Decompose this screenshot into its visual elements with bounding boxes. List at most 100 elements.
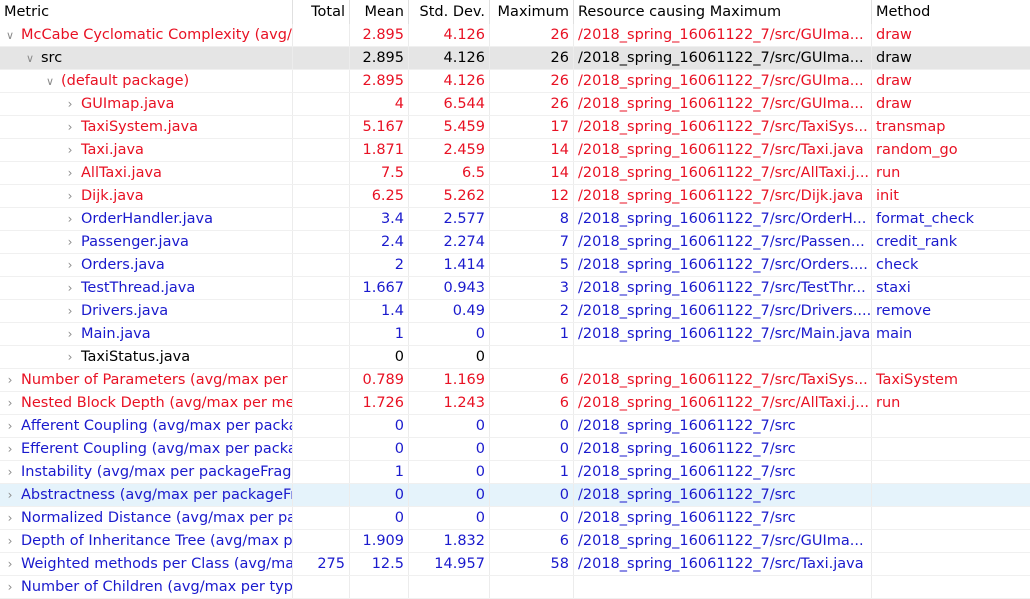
chevron-right-icon[interactable]: › <box>3 507 17 529</box>
table-row[interactable]: › Drivers.java 1.4 0.49 2/2018_spring_160611… <box>0 300 1030 323</box>
table-row[interactable]: ›Depth of Inheritance Tree (avg/max per … <box>0 530 1030 553</box>
chevron-right-icon[interactable]: › <box>63 208 77 230</box>
metric-cell: › TaxiSystem.java <box>0 116 293 138</box>
table-row[interactable]: ›Nested Block Depth (avg/max per method)… <box>0 392 1030 415</box>
table-row[interactable]: ›Weighted methods per Class (avg/max per… <box>0 553 1030 576</box>
method-cell: init <box>876 188 899 204</box>
chevron-right-icon[interactable]: › <box>63 231 77 253</box>
metric-label: Depth of Inheritance Tree (avg/max per t… <box>21 532 293 549</box>
total-cell <box>293 323 350 345</box>
maximum-cell: 6 <box>490 369 574 391</box>
table-row[interactable]: ›Efferent Coupling (avg/max per packageF… <box>0 438 1030 461</box>
table-row[interactable]: ›Instability (avg/max per packageFragmen… <box>0 461 1030 484</box>
table-row[interactable]: › Dijk.java 6.25 5.262 12/2018_spring_160611… <box>0 185 1030 208</box>
chevron-right-icon[interactable]: › <box>63 93 77 115</box>
table-row[interactable]: ›Normalized Distance (avg/max per packag… <box>0 507 1030 530</box>
chevron-down-icon[interactable]: ∨ <box>3 24 17 46</box>
table-header: Metric Total Mean Std. Dev. Maximum Reso… <box>0 0 1030 24</box>
column-header-maximum[interactable]: Maximum <box>490 0 574 24</box>
table-row[interactable]: ›Abstractness (avg/max per packageFragme… <box>0 484 1030 507</box>
resource-cell <box>574 346 872 368</box>
mean-cell: 1.871 <box>350 139 409 161</box>
metric-label: AllTaxi.java <box>81 164 162 181</box>
chevron-down-icon[interactable]: ∨ <box>43 70 57 92</box>
table-row[interactable]: › Orders.java 2 1.414 5/2018_spring_16061122… <box>0 254 1030 277</box>
mean-cell: 12.5 <box>350 553 409 575</box>
chevron-right-icon[interactable]: › <box>63 254 77 276</box>
table-row[interactable]: › Main.java 1 0 1/2018_spring_16061122_7/src… <box>0 323 1030 346</box>
chevron-right-icon[interactable]: › <box>63 323 77 345</box>
table-row[interactable]: › Number of Children (avg/max per type) <box>0 576 1030 599</box>
metric-cell: › Dijk.java <box>0 185 293 207</box>
table-row[interactable]: › TaxiStatus.java 0 0 <box>0 346 1030 369</box>
chevron-right-icon[interactable]: › <box>63 139 77 161</box>
chevron-right-icon[interactable]: › <box>3 415 17 437</box>
metric-label: Number of Parameters (avg/max per method… <box>21 371 292 388</box>
chevron-right-icon[interactable]: › <box>63 162 77 184</box>
metric-cell: ∨ (default package) <box>0 70 293 92</box>
resource-cell: /2018_spring_16061122_7/src/Main.java <box>574 323 872 345</box>
table-row[interactable]: ∨ src 2.895 4.126 26/2018_spring_16061122_7/… <box>0 47 1030 70</box>
chevron-right-icon[interactable]: › <box>3 576 17 598</box>
chevron-right-icon[interactable]: › <box>3 461 17 483</box>
column-header-mean[interactable]: Mean <box>350 0 409 24</box>
column-header-resource[interactable]: Resource causing Maximum <box>574 0 872 24</box>
metric-label: Afferent Coupling (avg/max per packageFr… <box>21 417 292 434</box>
table-row[interactable]: ›Afferent Coupling (avg/max per packageF… <box>0 415 1030 438</box>
table-row[interactable]: ∨McCabe Cyclomatic Complexity (avg/max p… <box>0 24 1030 47</box>
table-row[interactable]: › AllTaxi.java 7.5 6.5 14/2018_spring_160611… <box>0 162 1030 185</box>
total-cell <box>293 208 350 230</box>
std-dev-cell: 4.126 <box>409 24 490 46</box>
table-row[interactable]: › OrderHandler.java 3.4 2.577 8/2018_spring_… <box>0 208 1030 231</box>
mean-cell: 6.25 <box>350 185 409 207</box>
std-dev-cell: 6.544 <box>409 93 490 115</box>
chevron-down-icon[interactable]: ∨ <box>23 47 37 69</box>
maximum-cell: 14 <box>490 139 574 161</box>
mean-cell: 7.5 <box>350 162 409 184</box>
metric-label: Instability (avg/max per packageFragment… <box>21 463 292 480</box>
chevron-right-icon[interactable]: › <box>63 277 77 299</box>
resource-cell: /2018_spring_16061122_7/src/GUIma... <box>574 47 872 69</box>
chevron-right-icon[interactable]: › <box>3 484 17 506</box>
resource-cell: /2018_spring_16061122_7/src/Taxi.java <box>574 553 872 575</box>
chevron-right-icon[interactable]: › <box>63 346 77 368</box>
total-cell <box>293 24 350 46</box>
table-row[interactable]: › GUImap.java 4 6.544 26/2018_spring_1606112… <box>0 93 1030 116</box>
total-cell <box>293 461 350 483</box>
column-header-std-dev[interactable]: Std. Dev. <box>409 0 490 24</box>
chevron-right-icon[interactable]: › <box>63 116 77 138</box>
metric-cell: › Taxi.java <box>0 139 293 161</box>
column-header-method[interactable]: Method <box>872 0 1030 24</box>
chevron-right-icon[interactable]: › <box>3 392 17 414</box>
metric-cell: › Orders.java <box>0 254 293 276</box>
method-cell: draw <box>876 96 912 112</box>
table-row[interactable]: › Taxi.java 1.871 2.459 14/2018_spring_16061… <box>0 139 1030 162</box>
maximum-cell: 26 <box>490 24 574 46</box>
resource-cell: /2018_spring_16061122_7/src/AllTaxi.j... <box>574 392 872 414</box>
chevron-right-icon[interactable]: › <box>3 530 17 552</box>
std-dev-cell: 0 <box>409 507 490 529</box>
mean-cell: 1.4 <box>350 300 409 322</box>
column-header-total[interactable]: Total <box>293 0 350 24</box>
mean-cell: 0 <box>350 415 409 437</box>
method-cell: draw <box>876 50 912 66</box>
table-row[interactable]: › TestThread.java 1.667 0.943 3/2018_spring_… <box>0 277 1030 300</box>
metric-label: Weighted methods per Class (avg/max per … <box>21 555 292 572</box>
chevron-right-icon[interactable]: › <box>3 369 17 391</box>
chevron-right-icon[interactable]: › <box>63 185 77 207</box>
column-header-metric[interactable]: Metric <box>0 0 293 24</box>
chevron-right-icon[interactable]: › <box>3 553 17 575</box>
mean-cell: 0 <box>350 346 409 368</box>
table-row[interactable]: › TaxiSystem.java 5.167 5.459 17/2018_spring… <box>0 116 1030 139</box>
table-row[interactable]: ∨ (default package) 2.895 4.126 26/2018_spri… <box>0 70 1030 93</box>
total-cell <box>293 231 350 253</box>
std-dev-cell: 6.5 <box>409 162 490 184</box>
mean-cell: 0 <box>350 484 409 506</box>
chevron-right-icon[interactable]: › <box>63 300 77 322</box>
metric-label: Orders.java <box>81 256 165 273</box>
std-dev-cell: 1.832 <box>409 530 490 552</box>
table-row[interactable]: ›Number of Parameters (avg/max per metho… <box>0 369 1030 392</box>
chevron-right-icon[interactable]: › <box>3 438 17 460</box>
metric-cell: ›Depth of Inheritance Tree (avg/max per … <box>0 530 293 552</box>
table-row[interactable]: › Passenger.java 2.4 2.274 7/2018_spring_160… <box>0 231 1030 254</box>
